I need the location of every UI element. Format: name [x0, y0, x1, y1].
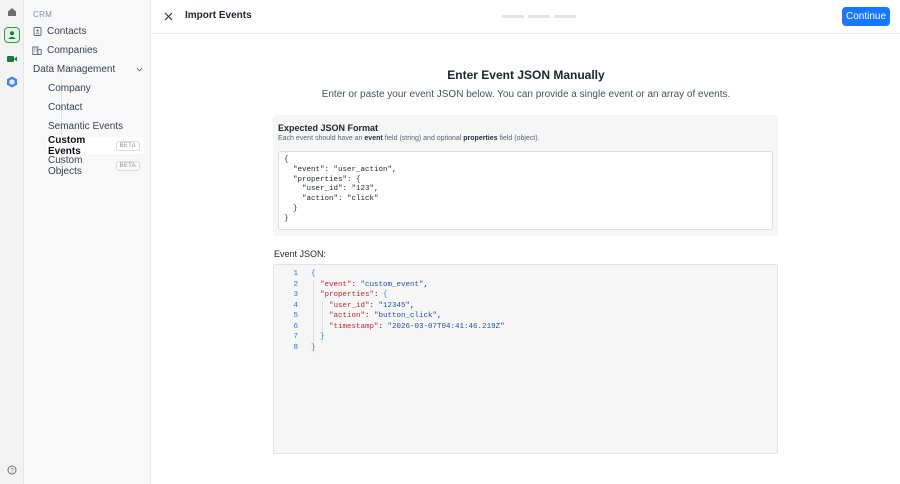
modal-header: Import Events Continue [152, 0, 900, 34]
editor-label: Event JSON: [274, 249, 327, 259]
line-number: 5 [293, 312, 298, 320]
beta-badge: BETA [115, 140, 140, 151]
continue-button[interactable]: Continue [842, 7, 890, 26]
step-bar [554, 15, 576, 18]
sidebar-group-label: Data Management [33, 64, 116, 75]
code-line: } [311, 343, 316, 352]
code-line: { [311, 270, 316, 278]
chevron-down-icon [136, 64, 143, 75]
step-indicator [502, 15, 576, 18]
line-number: 4 [293, 301, 298, 310]
page-title: Import Events [185, 10, 252, 21]
sidebar-subitem-contact[interactable]: Contact [47, 99, 144, 116]
format-title: Expected JSON Format [278, 123, 379, 133]
json-editor[interactable]: 1 2 3 4 5 6 7 8 { "event": "custom_event… [273, 264, 778, 454]
sidebar-subitem-label: Custom Events [48, 134, 86, 157]
expected-format-card: Expected JSON Format Each event should h… [273, 115, 778, 236]
code-line: } [320, 333, 325, 341]
step-bar [528, 15, 550, 18]
line-number: 8 [293, 343, 298, 352]
format-desc-properties: properties [463, 135, 498, 142]
line-number: 1 [293, 270, 298, 278]
step-bar [502, 15, 524, 18]
help-icon[interactable]: ? [4, 462, 20, 478]
close-icon[interactable] [162, 10, 174, 22]
line-number: 7 [293, 333, 298, 341]
sidebar-section-label: CRM [33, 10, 53, 19]
format-example-code: { "event": "user_action", "properties": … [278, 151, 773, 230]
format-desc-text: field (object). [499, 135, 540, 142]
video-app-icon[interactable] [4, 51, 20, 67]
sidebar-subitem-label: Contact [48, 102, 83, 113]
app-rail: ? [0, 0, 24, 484]
sidebar-subitem-custom-objects[interactable]: Custom Objects BETA [47, 154, 144, 177]
sidebar-subitem-semantic-events[interactable]: Semantic Events [47, 118, 144, 135]
sidebar-item-label: Contacts [47, 26, 87, 37]
code-line: "event": "custom_event", [320, 280, 429, 289]
crm-sidebar: CRM Contacts Companies Data Management C… [24, 0, 151, 484]
contact-card-icon [32, 27, 42, 37]
sidebar-subitem-company[interactable]: Company [47, 80, 144, 97]
crm-app-icon[interactable] [4, 27, 20, 43]
integrations-app-icon[interactable] [4, 74, 20, 90]
sidebar-item-label: Companies [47, 45, 98, 56]
format-desc-text: Each event should have an [278, 135, 363, 142]
sidebar-group-data-management[interactable]: Data Management [33, 61, 143, 78]
format-desc-event: event [364, 135, 383, 142]
format-description: Each event should have an event field (s… [278, 135, 540, 142]
line-number: 6 [293, 322, 298, 331]
section-title: Enter Event JSON Manually [447, 68, 605, 82]
home-icon[interactable] [4, 4, 20, 20]
sidebar-subitem-label: Semantic Events [48, 121, 124, 132]
line-number-gutter: 1 2 3 4 5 6 7 8 [274, 269, 298, 353]
building-icon [32, 46, 42, 56]
code-line: "action": "button_click", [329, 312, 442, 320]
beta-badge: BETA [115, 160, 140, 171]
sidebar-item-contacts[interactable]: Contacts [32, 23, 86, 40]
code-line: "timestamp": "2026-03-07T04:41:46.219Z" [329, 322, 505, 331]
sidebar-subitem-label: Company [48, 83, 91, 94]
json-code[interactable]: { "event": "custom_event", "properties":… [311, 269, 505, 353]
sidebar-item-companies[interactable]: Companies [32, 42, 98, 59]
section-subtitle: Enter or paste your event JSON below. Yo… [321, 89, 731, 100]
sidebar-subitem-custom-events[interactable]: Custom Events BETA [47, 134, 144, 157]
code-line: "user_id": "12345", [329, 301, 415, 310]
line-number: 2 [293, 280, 298, 289]
code-line: "properties": { [320, 291, 388, 299]
format-desc-text: field (string) and optional [384, 135, 462, 142]
sidebar-subitem-label: Custom Objects [48, 154, 83, 177]
line-number: 3 [293, 291, 298, 299]
